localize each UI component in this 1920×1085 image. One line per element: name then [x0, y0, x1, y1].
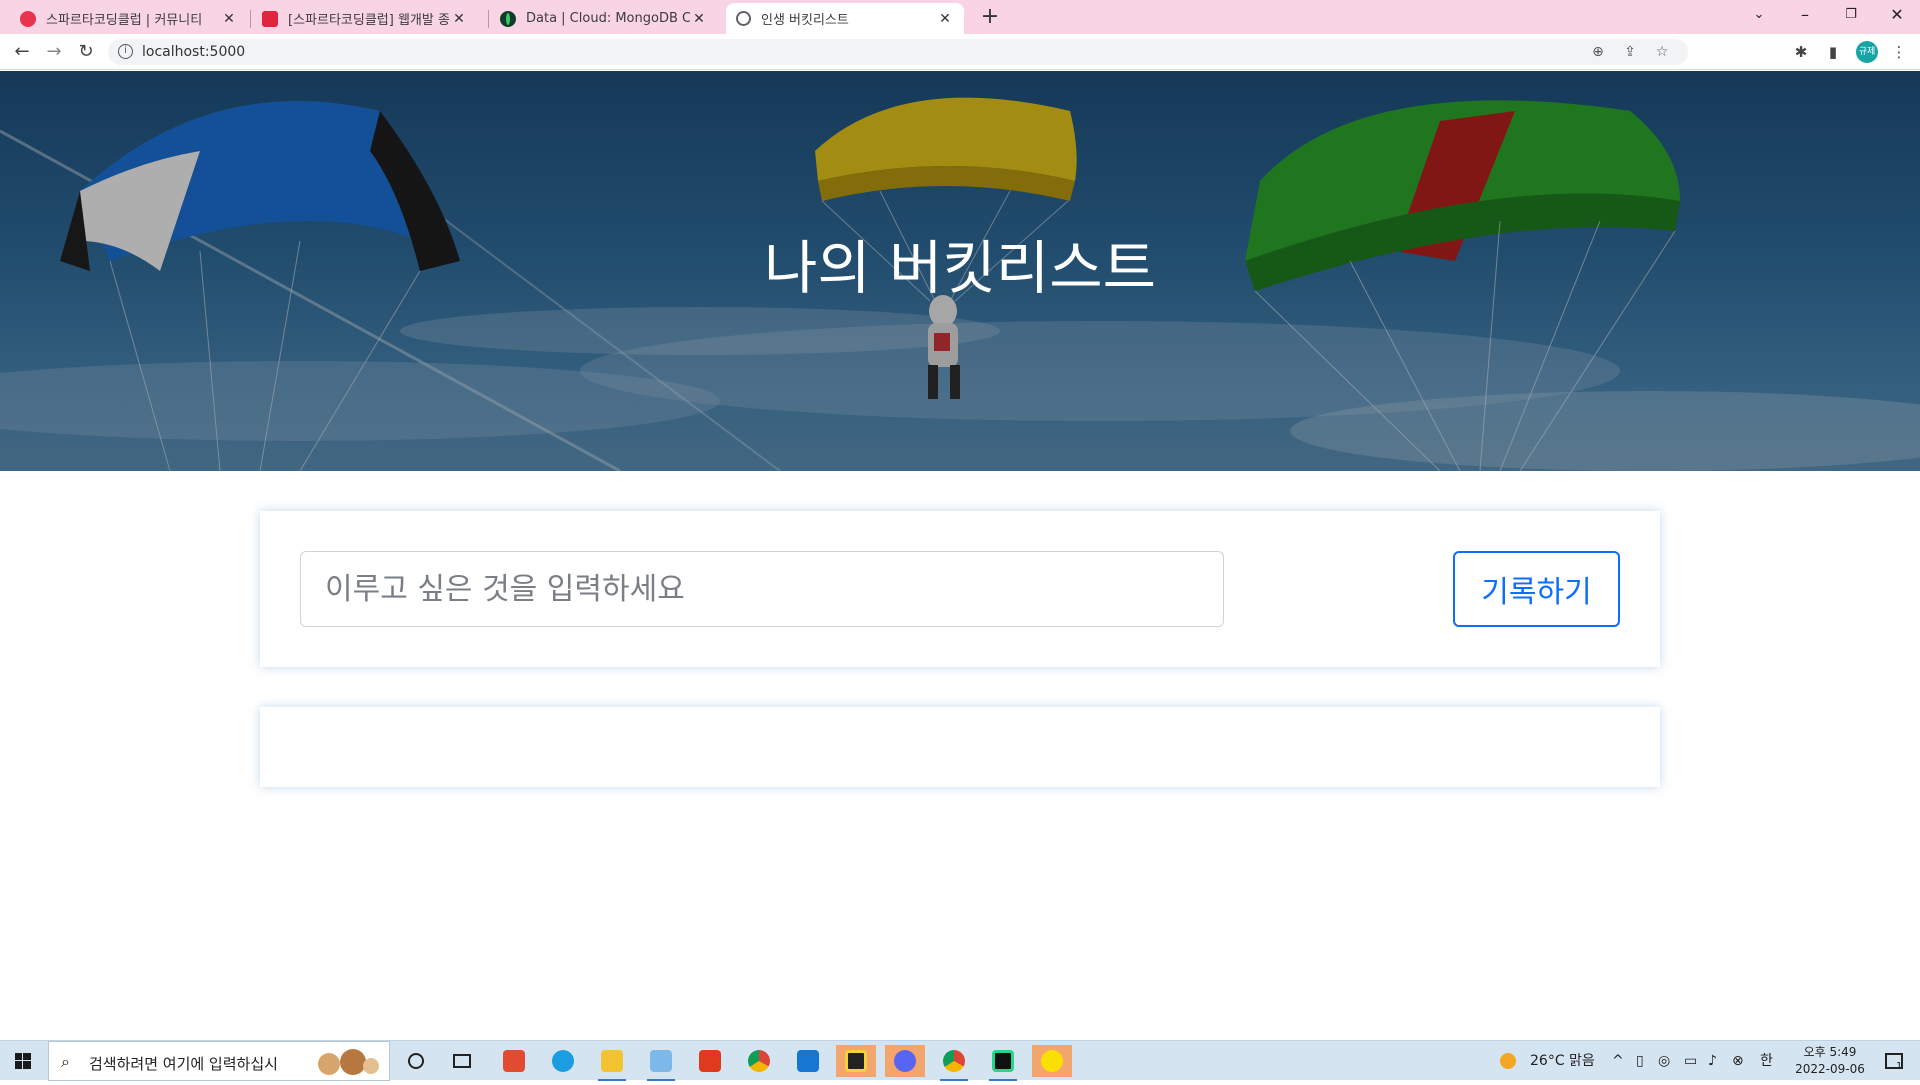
reload-icon[interactable]: ↻ [72, 38, 100, 66]
clock-time: 오후 5:49 [1803, 1045, 1857, 1059]
windows-start-button[interactable] [0, 1041, 46, 1081]
tab-search-chevron-icon[interactable]: ⌄ [1736, 0, 1782, 30]
taskbar-search-box[interactable]: ⌕ 검색하려면 여기에 입력하십시 [48, 1041, 390, 1081]
task-view-icon[interactable] [442, 1045, 482, 1077]
tab-separator [250, 10, 251, 28]
bucket-input[interactable] [300, 551, 1224, 627]
tab-title: Data | Cloud: MongoDB Cloud [526, 11, 690, 26]
sticky-notes-icon[interactable] [836, 1045, 876, 1077]
tray-device-icon[interactable]: ▯ [1636, 1041, 1644, 1081]
page-viewport: 나의 버킷리스트 기록하기 [0, 71, 1920, 1039]
notification-count: 1 [1896, 1061, 1903, 1072]
zoom-icon[interactable]: ⊕ [1588, 42, 1608, 62]
address-url[interactable]: localhost:5000 [142, 44, 245, 60]
back-arrow-icon[interactable]: ← [8, 38, 36, 66]
close-icon[interactable]: ✕ [690, 11, 708, 27]
chrome-active-icon[interactable] [934, 1045, 974, 1081]
search-highlight-icon [318, 1049, 379, 1075]
notepad-icon[interactable] [641, 1045, 681, 1081]
address-bar[interactable]: i localhost:5000 ⊕ ⇪ ☆ [108, 39, 1688, 65]
restore-icon[interactable]: ❐ [1828, 0, 1874, 30]
remote-desktop-icon[interactable] [788, 1045, 828, 1077]
tab-sparta-course[interactable]: [스파르타코딩클럽] 웹개발 종합 ✕ [252, 3, 478, 34]
kebab-menu-icon[interactable]: ⋮ [1888, 41, 1910, 63]
network-icon[interactable]: ◎ [1658, 1041, 1670, 1081]
ime-indicator[interactable]: 한 [1760, 1041, 1773, 1081]
edge-browser-icon[interactable] [543, 1045, 583, 1077]
close-icon[interactable]: ✕ [936, 11, 954, 27]
windows-taskbar: ⌕ 검색하려면 여기에 입력하십시 26°C 맑음 ^ ▯ ◎ ▭ ♪ ⊗ 한 … [0, 1040, 1920, 1081]
notification-center-icon[interactable]: 1 [1880, 1041, 1908, 1081]
chrome-icon[interactable] [739, 1045, 779, 1077]
pycharm-icon[interactable] [983, 1045, 1023, 1081]
display-icon[interactable]: ▭ [1684, 1041, 1697, 1081]
search-icon: ⌕ [61, 1052, 70, 1071]
clock-date: 2022-09-06 [1795, 1062, 1865, 1076]
tab-title: [스파르타코딩클럽] 웹개발 종합 [288, 13, 450, 28]
file-explorer-icon[interactable] [592, 1045, 632, 1081]
tab-bucket-list[interactable]: 인생 버킷리스트 ✕ [726, 3, 964, 34]
bucket-list-card [260, 707, 1660, 787]
tab-separator [488, 10, 489, 28]
status-icon[interactable]: ⊗ [1732, 1041, 1744, 1081]
browser-toolbar: ← → ↻ i localhost:5000 ⊕ ⇪ ☆ ✱ ▮ 규제 ⋮ [0, 34, 1920, 70]
sparta-favicon-icon [20, 10, 36, 27]
tab-mongodb[interactable]: Data | Cloud: MongoDB Cloud ✕ [490, 3, 718, 34]
save-button[interactable]: 기록하기 [1453, 551, 1620, 627]
book-favicon-icon [262, 10, 278, 27]
hero-banner: 나의 버킷리스트 [0, 71, 1920, 471]
taskbar-clock[interactable]: 오후 5:49 2022-09-06 [1782, 1044, 1878, 1078]
minimize-icon[interactable]: – [1782, 0, 1828, 30]
page-title: 나의 버킷리스트 [764, 234, 1156, 302]
share-icon[interactable]: ⇪ [1620, 42, 1640, 62]
window-close-icon[interactable]: ✕ [1874, 0, 1920, 30]
volume-icon[interactable]: ♪ [1708, 1041, 1717, 1081]
side-panel-icon[interactable]: ▮ [1822, 41, 1844, 63]
tab-title: 인생 버킷리스트 [761, 13, 849, 28]
close-icon[interactable]: ✕ [220, 11, 238, 27]
app-red-icon[interactable] [494, 1045, 534, 1077]
new-tab-button[interactable]: + [976, 4, 1004, 32]
tab-title: 스파르타코딩클럽 | 커뮤니티 [46, 13, 203, 28]
close-icon[interactable]: ✕ [450, 11, 468, 27]
weather-sun-icon[interactable] [1500, 1041, 1516, 1081]
weather-text[interactable]: 26°C 맑음 [1530, 1041, 1595, 1081]
tab-community[interactable]: 스파르타코딩클럽 | 커뮤니티 ✕ [10, 3, 248, 34]
site-info-icon[interactable]: i [118, 44, 133, 59]
extensions-puzzle-icon[interactable]: ✱ [1790, 41, 1812, 63]
discord-icon[interactable] [885, 1045, 925, 1077]
profile-avatar[interactable]: 규제 [1856, 41, 1878, 63]
search-placeholder: 검색하려면 여기에 입력하십시 [89, 1055, 278, 1073]
browser-tab-strip: 스파르타코딩클럽 | 커뮤니티 ✕ [스파르타코딩클럽] 웹개발 종합 ✕ Da… [0, 0, 1920, 34]
cortana-icon[interactable] [396, 1045, 436, 1077]
forward-arrow-icon[interactable]: → [40, 38, 68, 66]
bookmark-star-icon[interactable]: ☆ [1652, 42, 1672, 62]
globe-icon [736, 11, 751, 26]
tray-chevron-icon[interactable]: ^ [1612, 1041, 1624, 1081]
kakaotalk-icon[interactable] [1032, 1045, 1072, 1077]
windows-logo-icon [15, 1053, 31, 1069]
mongodb-leaf-icon [500, 10, 516, 27]
office-icon[interactable] [690, 1045, 730, 1077]
bucket-form-card: 기록하기 [260, 511, 1660, 667]
